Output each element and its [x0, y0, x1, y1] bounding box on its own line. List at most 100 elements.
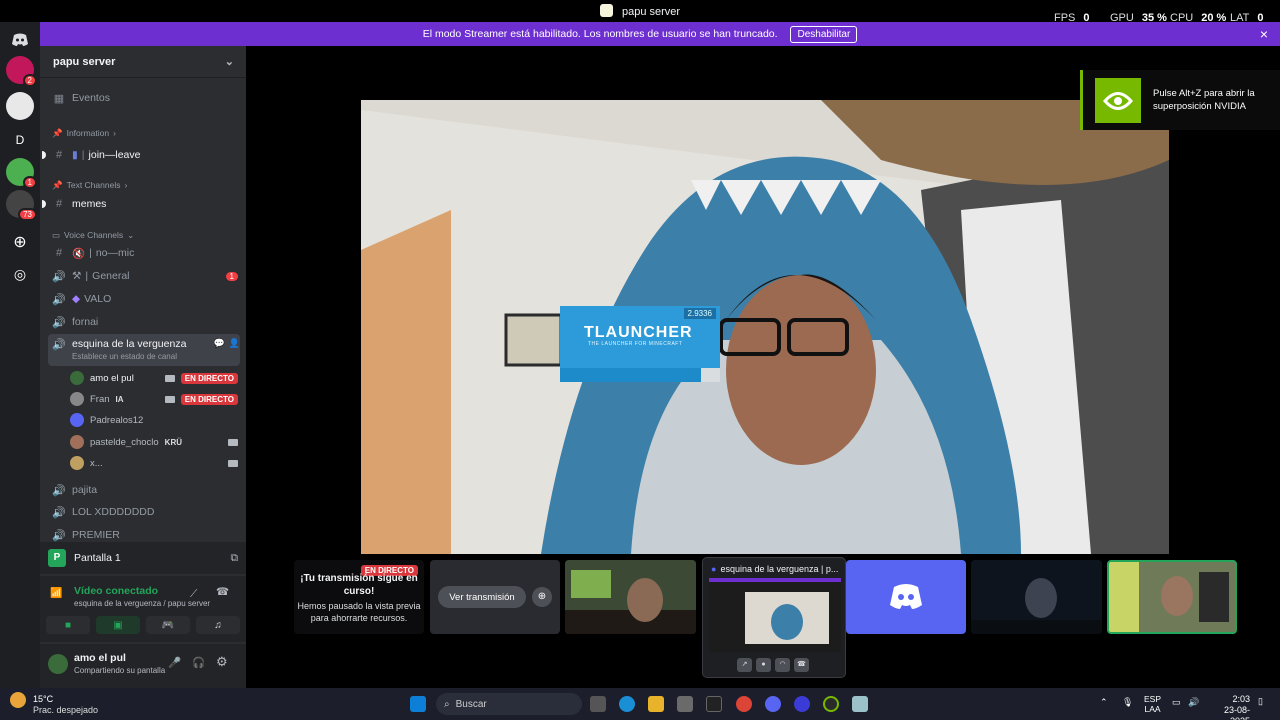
voice-user-5[interactable]: x...: [70, 454, 238, 472]
screen-share-panel: P Pantalla 1 ⧉: [40, 542, 246, 574]
chevron-right-icon-2: ›: [124, 180, 128, 190]
own-stream-thumb[interactable]: EN DIRECTO ¡Tu transmisión sigue en curs…: [294, 560, 424, 634]
channel-no-mic[interactable]: # 🔇 | no—mic: [52, 243, 238, 263]
popup-title: esquina de la verguenza | p...: [720, 564, 839, 574]
user-name: amo el pul: [74, 652, 126, 664]
chevron-up-icon[interactable]: ⌃: [1100, 697, 1108, 708]
clock-date: 23-08-2025: [1223, 705, 1250, 720]
category-information[interactable]: 📌 Information ›: [52, 126, 238, 140]
voice-user-2[interactable]: Fran IA EN DIRECTO: [70, 390, 238, 408]
voice-user-name: amo el pul: [90, 372, 134, 384]
microphone-tray-icon[interactable]: 🎙: [1122, 697, 1133, 708]
avatar-3: [70, 413, 84, 427]
chat-icon[interactable]: 💬: [214, 338, 225, 349]
disconnect-icon[interactable]: ☎: [216, 586, 229, 598]
voice-user-3[interactable]: Padrealos12: [70, 411, 238, 429]
voice-user-name-5: x...: [90, 457, 103, 469]
server-folder-icon[interactable]: 73: [6, 190, 37, 221]
participant-thumb-speaking[interactable]: [1107, 560, 1237, 634]
headphones-icon[interactable]: 🎧: [192, 656, 205, 669]
network-icon[interactable]: ▭: [1172, 697, 1181, 708]
stream-video[interactable]: [361, 100, 1169, 554]
taskbar-search[interactable]: ⌕ Buscar: [436, 693, 582, 715]
microphone-icon[interactable]: 🎤: [168, 656, 181, 669]
server-badge-2: 1: [22, 176, 37, 189]
channel-memes[interactable]: # memes: [42, 194, 238, 214]
weather-icon: [10, 692, 26, 708]
minecraft-launcher-icon[interactable]: [852, 696, 868, 712]
zoom-icon[interactable]: ⊕: [532, 587, 552, 607]
voice-status: Vídeo conectado: [74, 585, 159, 597]
server-icon-letter[interactable]: D: [6, 126, 34, 154]
events-item[interactable]: ▦ Eventos: [52, 88, 238, 108]
noise-suppression-icon[interactable]: ⟋: [190, 588, 197, 601]
discover-icon[interactable]: ◎: [6, 260, 34, 288]
voice-user-4[interactable]: pastelde_choclo KRÜ: [70, 433, 238, 451]
invite-icon[interactable]: 👤: [229, 338, 240, 349]
watch-stream-button[interactable]: Ver transmisión: [438, 586, 526, 608]
channel-status[interactable]: Establece un estado de canal: [72, 352, 186, 361]
speaker-icon-5: 🔊: [52, 484, 66, 497]
channel-general[interactable]: 🔊 ⚒ | General 1: [52, 266, 238, 286]
participant-thumb-dark[interactable]: [971, 560, 1102, 634]
start-icon[interactable]: [410, 696, 426, 712]
headphones-icon-2[interactable]: ◠: [775, 658, 790, 672]
file-explorer-icon[interactable]: [648, 696, 664, 712]
voice-connection-panel: 📶 Vídeo conectado esquina de la verguenz…: [40, 576, 246, 642]
server-header[interactable]: papu server ⌄: [40, 46, 246, 78]
discord-home-icon[interactable]: [6, 26, 34, 54]
disable-streamer-button[interactable]: Deshabilitar: [790, 26, 858, 43]
category-voice-label: Voice Channels: [64, 230, 124, 240]
category-voice-channels[interactable]: ▭ Voice Channels ⌄: [52, 228, 238, 242]
epic-games-icon[interactable]: [706, 696, 722, 712]
paused-title: ¡Tu transmisión sigue en curso!: [300, 573, 418, 597]
server-icon-2[interactable]: [6, 92, 34, 120]
server-name: papu server: [53, 56, 116, 68]
language-indicator[interactable]: ESP LAA: [1144, 694, 1161, 714]
cortana-icon[interactable]: [794, 696, 810, 712]
channel-fornai[interactable]: 🔊 fornai: [52, 312, 238, 332]
category-text-channels[interactable]: 📌 Text Channels ›: [52, 178, 238, 192]
task-view-icon[interactable]: [590, 696, 606, 712]
user-avatar[interactable]: [48, 654, 68, 674]
chevron-down-icon: ⌄: [224, 56, 234, 68]
channel-join-leave[interactable]: # ▮ | join—leave: [42, 145, 238, 165]
disconnect-icon-2[interactable]: ☎: [794, 658, 809, 672]
channel-esquina[interactable]: 🔊 esquina de la verguenza Establece un e…: [48, 334, 240, 366]
camera-button[interactable]: ■: [46, 616, 90, 634]
edge-icon[interactable]: [619, 696, 635, 712]
volume-icon[interactable]: 🔊: [1188, 697, 1199, 708]
server-icon-papu[interactable]: 1: [6, 158, 37, 189]
close-icon[interactable]: ×: [1260, 22, 1268, 46]
microphone-icon-2[interactable]: ●: [756, 658, 771, 672]
participant-thumb-discord[interactable]: [846, 560, 966, 634]
participant-thumb-desk[interactable]: [565, 560, 696, 634]
voice-user-name-3: Padrealos12: [90, 414, 144, 426]
desktop: papu server FPS0 GPU35 % CPU20 % LAT0 ms…: [0, 0, 1280, 720]
voice-user-1[interactable]: amo el pul EN DIRECTO: [70, 369, 238, 387]
add-server-icon[interactable]: ⊕: [6, 228, 34, 256]
soundboard-button[interactable]: ♫: [196, 616, 240, 634]
chrome-icon[interactable]: [736, 696, 752, 712]
channel-lol[interactable]: 🔊 LOL XDDDDDDD: [52, 502, 238, 522]
popout-icon-2[interactable]: ↗: [737, 658, 752, 672]
server-icon-1[interactable]: 2: [6, 56, 37, 87]
discord-taskbar-icon[interactable]: [765, 696, 781, 712]
popout-icon[interactable]: ⧉: [231, 552, 239, 565]
notification-icon[interactable]: ▯: [1258, 696, 1263, 707]
weather-widget[interactable]: 15°C Prac. despejado: [10, 692, 98, 715]
clock[interactable]: 2:0323-08-2025: [1208, 694, 1250, 720]
camera-icon: [164, 374, 175, 382]
voice-channel-popup[interactable]: ● esquina de la verguenza | p... ↗ ● ◠ ☎: [702, 557, 846, 678]
activity-button[interactable]: 🎮: [146, 616, 190, 634]
gear-icon[interactable]: ⚙: [216, 654, 228, 670]
geforce-icon[interactable]: [823, 696, 839, 712]
speaker-icon-4: 🔊: [52, 339, 66, 351]
popup-title-wrap: ● esquina de la verguenza | p...: [711, 564, 838, 574]
channel-valo[interactable]: 🔊 ◆ VALO: [52, 289, 238, 309]
share-screen-button[interactable]: ▣: [96, 616, 140, 634]
hashtag-icon-3: #: [55, 247, 63, 259]
channel-pajita[interactable]: 🔊 pajita: [52, 480, 238, 500]
store-icon[interactable]: [677, 696, 693, 712]
stream-preview-thumb[interactable]: Ver transmisión ⊕: [430, 560, 560, 634]
